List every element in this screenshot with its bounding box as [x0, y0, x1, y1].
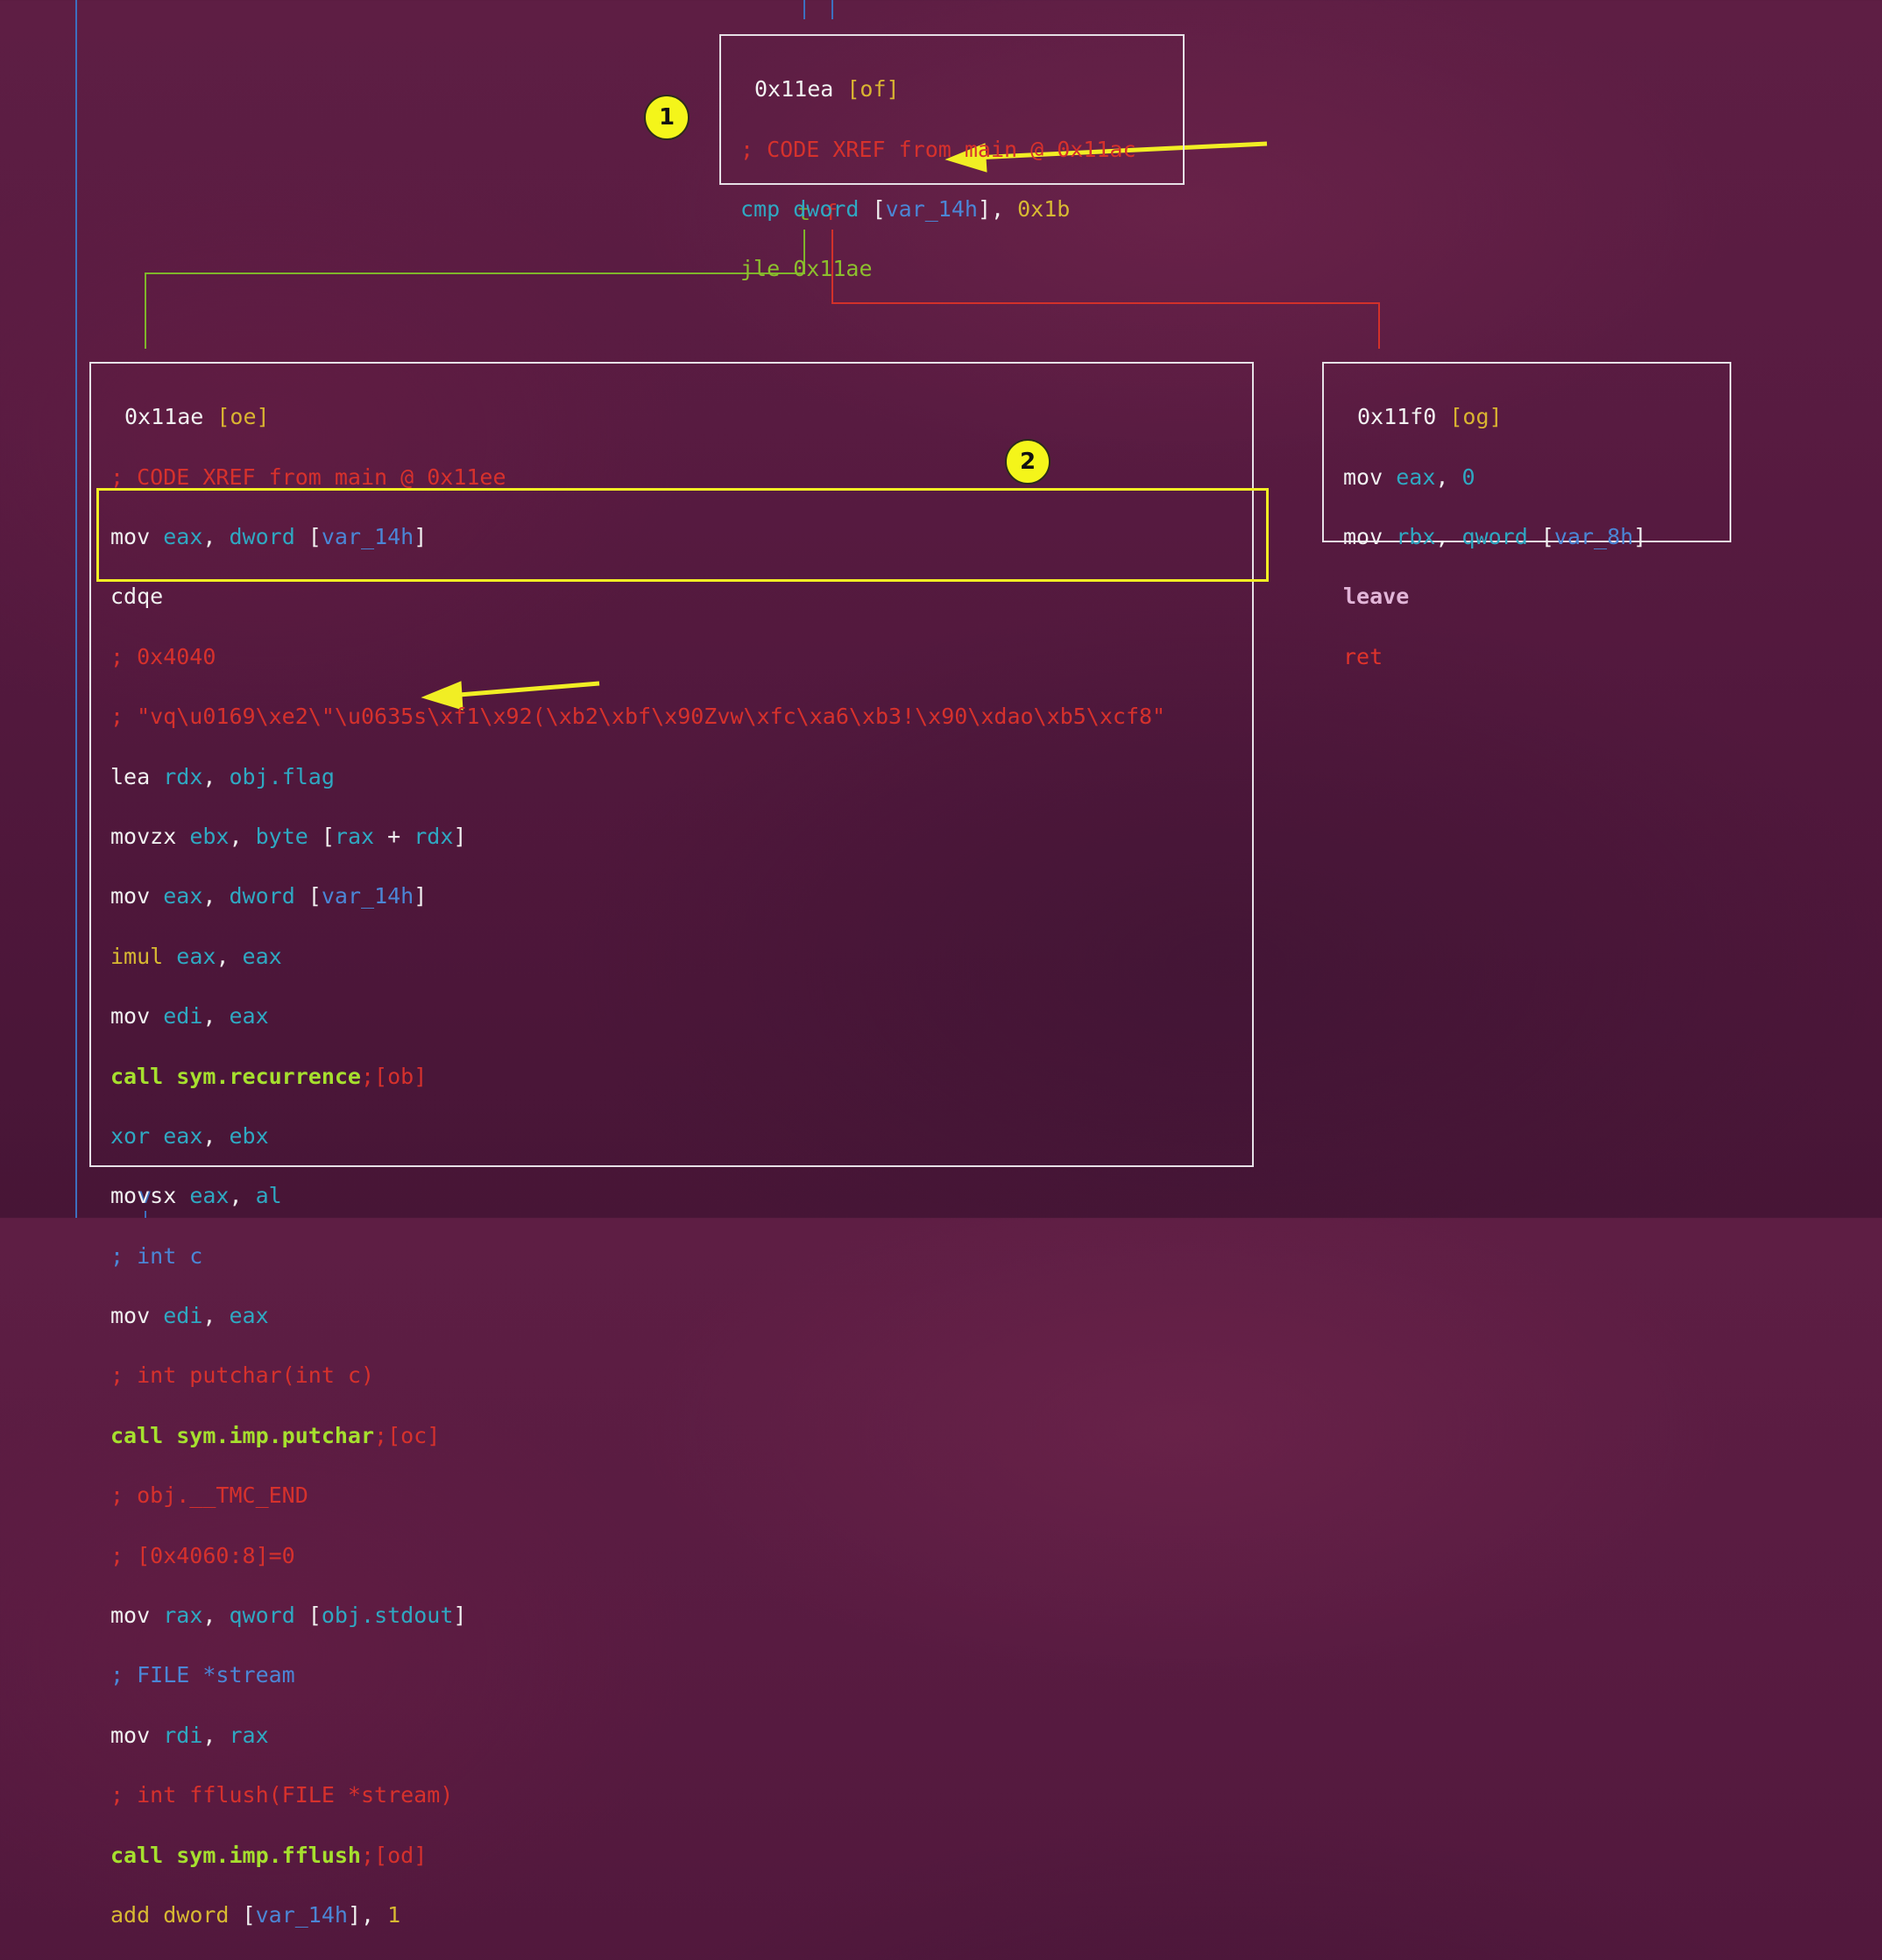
instruction-line[interactable]: mov edi, eax: [110, 1301, 1233, 1331]
instruction-line[interactable]: cdqe: [110, 582, 1233, 612]
block-header: 0x11f0 [og]: [1343, 402, 1710, 432]
highlight-box: [96, 488, 1269, 582]
basic-block-of[interactable]: 0x11ea [of] ; CODE XREF from main @ 0x11…: [719, 34, 1185, 281]
block-address: 0x11ea: [754, 76, 834, 103]
block-address: 0x11f0: [1357, 404, 1437, 430]
instruction-line[interactable]: ret: [1343, 642, 1710, 672]
string-comment: ; "vq\u0169\xe2\"\u0635s\xf1\x92(\xb2\xb…: [110, 704, 1166, 730]
block-header: 0x11ae [oe]: [110, 402, 1233, 432]
comment-line: ; FILE *stream: [110, 1662, 295, 1688]
comment-line: ; [0x4060:8]=0: [110, 1542, 295, 1568]
instruction-line[interactable]: mov eax, dword [var_14h]: [110, 881, 1233, 911]
block-tag: [oe]: [216, 404, 270, 430]
block-tag: [of]: [846, 76, 900, 103]
true-edge: [145, 230, 805, 349]
comment-line: ; 0x4040: [110, 643, 216, 669]
instruction-line[interactable]: movzx ebx, byte [rax + rdx]: [110, 822, 1233, 852]
annotation-badge-2: 2: [1005, 439, 1051, 485]
block-tag: [og]: [1449, 404, 1503, 430]
instruction-line[interactable]: mov eax, 0: [1343, 463, 1710, 492]
annotation-badge-1: 1: [644, 95, 690, 140]
instruction-cmp[interactable]: cmp dword [var_14h], 0x1b: [740, 195, 1164, 224]
instruction-line[interactable]: mov rax, qword [obj.stdout]: [110, 1601, 1233, 1631]
instruction-line[interactable]: mov rdi, rax: [110, 1721, 1233, 1751]
instruction-line[interactable]: add dword [var_14h], 1: [110, 1900, 1233, 1930]
comment-line: ; int putchar(int c): [110, 1362, 375, 1389]
comment-line: ; int fflush(FILE *stream): [110, 1782, 454, 1808]
instruction-line[interactable]: xor eax, ebx: [110, 1122, 1233, 1151]
basic-block-og[interactable]: 0x11f0 [og] mov eax, 0 mov rbx, qword [v…: [1322, 362, 1731, 669]
block-address: 0x11ae: [124, 404, 204, 430]
call-recurrence[interactable]: call sym.recurrence;[ob]: [110, 1062, 1233, 1092]
comment-line: ; int c: [110, 1242, 203, 1269]
instruction-line[interactable]: lea rdx, obj.flag: [110, 762, 1233, 792]
comment-line: ; obj.__TMC_END: [110, 1482, 308, 1509]
instruction-line[interactable]: mov rbx, qword [var_8h]: [1343, 522, 1710, 552]
instruction-line[interactable]: imul eax, eax: [110, 942, 1233, 972]
instruction-line[interactable]: leave: [1343, 582, 1710, 612]
basic-block-oe[interactable]: 0x11ae [oe] ; CODE XREF from main @ 0x11…: [89, 362, 1254, 1928]
call-fflush[interactable]: call sym.imp.fflush;[od]: [110, 1841, 1233, 1871]
instruction-line[interactable]: movsx eax, al: [110, 1181, 1233, 1211]
instruction-jle[interactable]: jle 0x11ae: [740, 254, 1164, 284]
call-putchar[interactable]: call sym.imp.putchar;[oc]: [110, 1421, 1233, 1451]
instruction-line[interactable]: mov edi, eax: [110, 1001, 1233, 1031]
block-header: 0x11ea [of]: [740, 74, 1164, 104]
xref-comment: ; CODE XREF from main @ 0x11ac: [740, 136, 1136, 162]
